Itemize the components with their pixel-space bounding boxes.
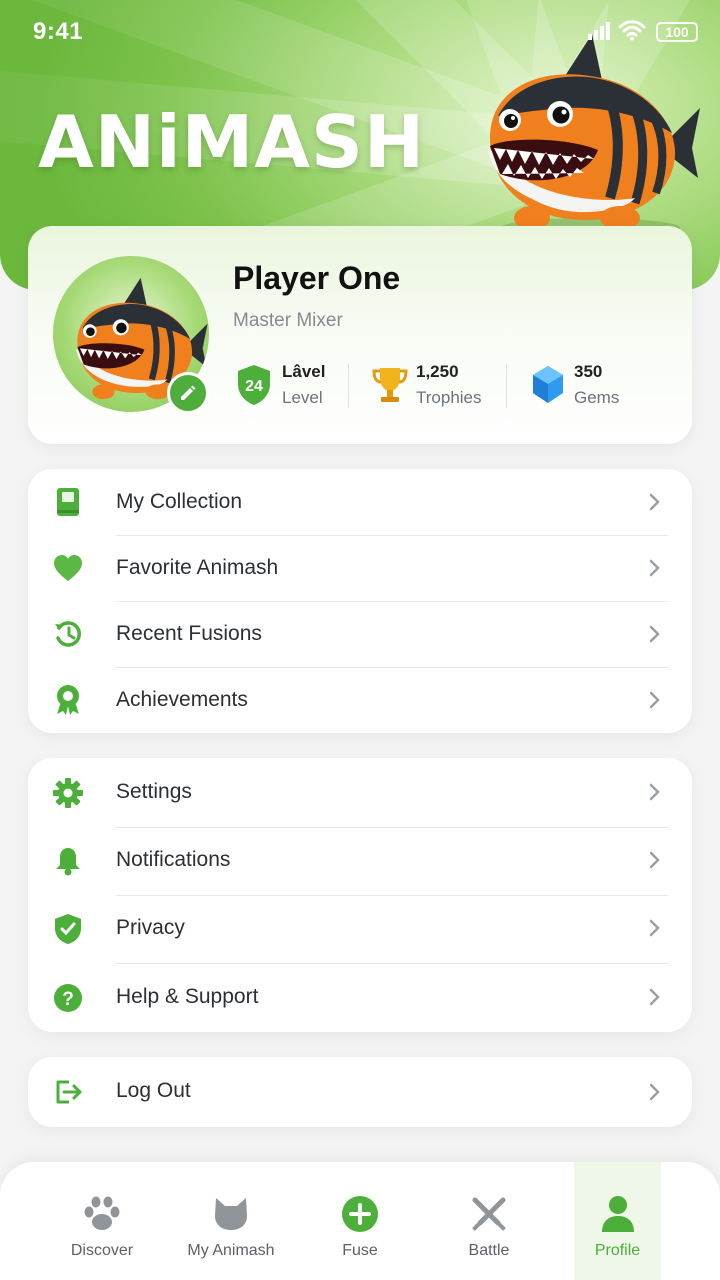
trophies-value: 1,250: [416, 362, 459, 381]
svg-text:?: ?: [62, 989, 74, 1010]
status-bar: 9:41 100: [0, 0, 720, 64]
logout-label: Log Out: [116, 1079, 191, 1102]
battery-indicator: 100: [656, 22, 698, 42]
menu-label: Achievements: [116, 688, 248, 711]
question-icon: ?: [54, 984, 82, 1012]
logout-button[interactable]: Log Out: [28, 1057, 692, 1127]
chevron-right-icon: [649, 559, 660, 577]
menu-item-my-collection[interactable]: My Collection: [28, 469, 692, 535]
trophy-icon: [372, 368, 408, 402]
stat-divider: [506, 364, 507, 408]
cat-head-icon: [215, 1198, 247, 1230]
book-icon: [57, 488, 79, 516]
plus-circle-icon: [342, 1196, 378, 1232]
tab-profile[interactable]: Profile: [574, 1162, 661, 1280]
menu-label: My Collection: [116, 490, 243, 513]
chevron-right-icon: [649, 1083, 660, 1101]
chevron-right-icon: [649, 783, 660, 801]
chevron-right-icon: [649, 625, 660, 643]
menu-label: Notifications: [116, 848, 231, 871]
person-icon: [601, 1196, 634, 1232]
stat-trophies: 1,250 Trophies: [372, 362, 512, 410]
logout-icon: [56, 1080, 82, 1104]
chevron-right-icon: [649, 988, 660, 1006]
gear-icon: [53, 778, 83, 808]
chevron-right-icon: [649, 493, 660, 511]
tab-label: Profile: [594, 1242, 641, 1259]
primary-menu-card: My Collection Favorite Animash Recent Fu…: [28, 469, 692, 733]
shield-check-icon: [55, 914, 81, 944]
tab-label: Discover: [70, 1242, 134, 1259]
pencil-icon: [181, 385, 196, 400]
edit-avatar-button[interactable]: [167, 372, 209, 414]
stat-level: 24 Lâvel Level: [236, 362, 336, 410]
tab-fuse[interactable]: Fuse: [296, 1162, 424, 1280]
menu-item-recent-fusions[interactable]: Recent Fusions: [28, 601, 692, 667]
menu-label: Recent Fusions: [116, 622, 262, 645]
tab-label: Battle: [468, 1242, 510, 1259]
bottom-nav: Discover My Animash Fuse Battle Profile: [0, 1162, 720, 1280]
menu-item-achievements[interactable]: Achievements: [28, 667, 692, 733]
tab-label: Fuse: [342, 1242, 378, 1259]
app-logo: ANiMASH: [38, 100, 426, 184]
menu-label: Privacy: [116, 916, 185, 939]
tab-battle[interactable]: Battle: [425, 1162, 553, 1280]
settings-menu-card: Settings Notifications Privacy ? Help & …: [28, 758, 692, 1032]
status-time: 9:41: [33, 18, 84, 45]
menu-item-notifications[interactable]: Notifications: [28, 827, 692, 895]
gems-label: Gems: [574, 388, 620, 407]
level-value: Lâvel: [282, 362, 326, 381]
player-title: Master Mixer: [233, 310, 343, 331]
menu-label: Help & Support: [116, 985, 259, 1008]
gem-icon: [533, 366, 563, 403]
level-label: Level: [282, 388, 323, 407]
crossed-swords-icon: [472, 1197, 506, 1231]
paw-icon: [84, 1196, 120, 1230]
logout-card: Log Out: [28, 1057, 692, 1127]
menu-item-help-support[interactable]: ? Help & Support: [28, 963, 692, 1032]
profile-card: Player One Master Mixer 24 Lâvel Level 1…: [28, 226, 692, 444]
chevron-right-icon: [649, 691, 660, 709]
gems-value: 350: [574, 362, 603, 381]
menu-item-settings[interactable]: Settings: [28, 758, 692, 827]
menu-item-privacy[interactable]: Privacy: [28, 895, 692, 963]
chevron-right-icon: [649, 851, 660, 869]
bell-icon: [56, 848, 80, 876]
shield-level-icon: 24: [238, 365, 270, 405]
tab-my-animash[interactable]: My Animash: [167, 1162, 295, 1280]
history-icon: [55, 621, 81, 647]
stat-divider: [348, 364, 349, 408]
tab-discover[interactable]: Discover: [38, 1162, 166, 1280]
wifi-icon: [618, 20, 646, 41]
menu-item-favorite-animash[interactable]: Favorite Animash: [28, 535, 692, 601]
chevron-right-icon: [649, 919, 660, 937]
ribbon-award-icon: [57, 685, 79, 715]
menu-label: Settings: [116, 780, 192, 803]
tab-label: My Animash: [187, 1242, 275, 1259]
signal-icon: [588, 22, 610, 40]
trophies-label: Trophies: [416, 388, 482, 407]
stat-gems: 350 Gems: [530, 362, 650, 410]
menu-label: Favorite Animash: [116, 556, 279, 579]
level-badge-number: 24: [245, 378, 263, 395]
player-name: Player One: [233, 260, 401, 296]
heart-icon: [54, 555, 82, 581]
